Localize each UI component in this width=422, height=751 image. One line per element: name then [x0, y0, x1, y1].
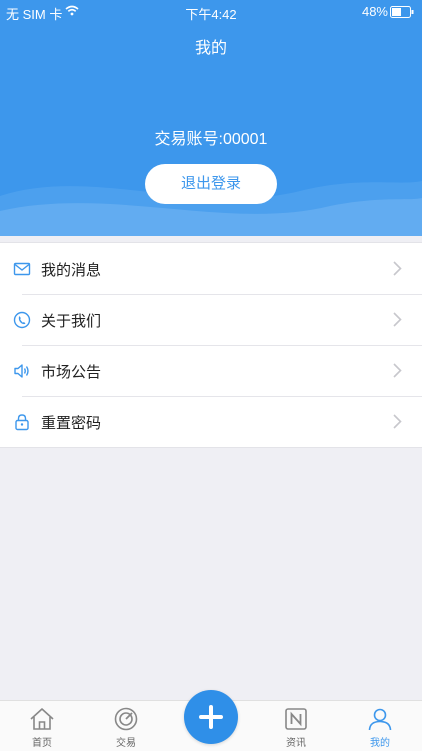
- status-time: 下午4:42: [185, 7, 237, 22]
- trade-icon: [114, 707, 138, 731]
- news-icon: [285, 708, 307, 730]
- menu-item-messages[interactable]: 我的消息: [0, 243, 422, 294]
- tab-home[interactable]: 首页: [0, 701, 84, 751]
- phone-icon: [13, 311, 31, 329]
- menu-item-about[interactable]: 关于我们: [0, 294, 422, 345]
- chevron-right-icon: [393, 363, 402, 378]
- tab-label: 我的: [370, 738, 390, 749]
- tab-trade[interactable]: 交易: [84, 701, 168, 751]
- battery-icon: [390, 6, 414, 18]
- menu-item-reset-password[interactable]: 重置密码: [0, 396, 422, 447]
- user-icon: [368, 708, 392, 731]
- settings-menu: 我的消息 关于我们 市场公告 重置密码: [0, 242, 422, 448]
- status-bar: 无 SIM 卡 下午4:42 48%: [0, 0, 422, 24]
- mail-icon: [13, 262, 31, 276]
- speaker-icon: [14, 364, 29, 378]
- menu-item-announcements[interactable]: 市场公告: [0, 345, 422, 396]
- logout-button[interactable]: 退出登录: [145, 164, 277, 204]
- menu-item-label: 我的消息: [41, 262, 102, 279]
- tab-label: 首页: [32, 738, 52, 749]
- lock-icon: [15, 414, 29, 431]
- add-button[interactable]: [184, 690, 238, 744]
- profile-header: 无 SIM 卡 下午4:42 48% 我的 交易账号:00001 退出登录: [0, 0, 422, 236]
- tab-news[interactable]: 资讯: [254, 701, 338, 751]
- menu-item-label: 关于我们: [41, 313, 102, 330]
- tab-mine[interactable]: 我的: [338, 701, 422, 751]
- tab-label: 资讯: [286, 738, 306, 749]
- menu-item-label: 重置密码: [41, 415, 102, 432]
- account-number: 交易账号:00001: [154, 131, 268, 148]
- chevron-right-icon: [393, 312, 402, 327]
- home-icon: [30, 708, 54, 730]
- tab-label: 交易: [116, 738, 136, 749]
- menu-item-label: 市场公告: [41, 364, 102, 381]
- page-title: 我的: [194, 40, 227, 57]
- chevron-right-icon: [393, 261, 402, 276]
- battery-percent: 48%: [361, 4, 388, 19]
- chevron-right-icon: [393, 414, 402, 429]
- plus-icon: [199, 705, 223, 729]
